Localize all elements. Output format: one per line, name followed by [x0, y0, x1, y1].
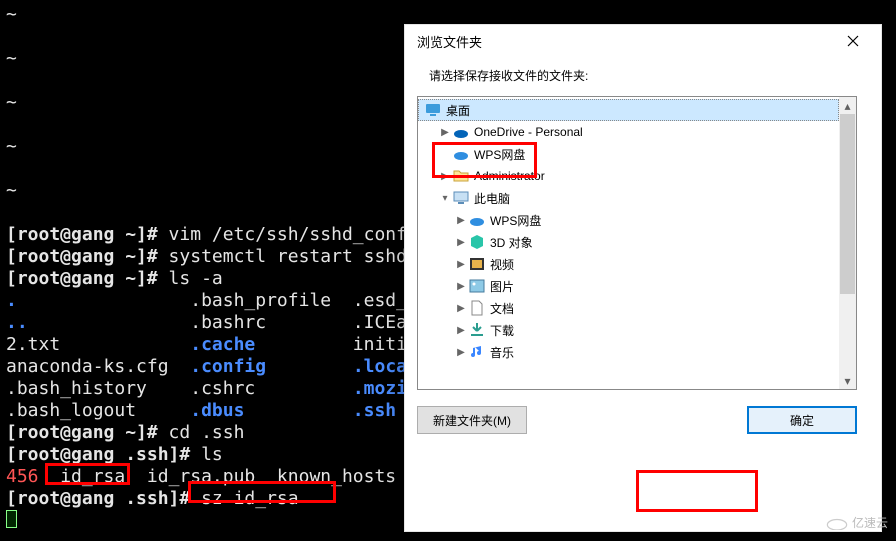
ls-item: .. [6, 312, 28, 333]
tree-item-videos[interactable]: ▶ 视频 [418, 253, 839, 275]
tree-label: 下载 [490, 322, 514, 339]
expand-icon[interactable]: ▶ [454, 237, 468, 248]
dialog-title: 浏览文件夹 [417, 32, 833, 51]
collapse-icon[interactable]: ▾ [438, 193, 452, 204]
terminal-cursor [6, 510, 17, 528]
tree-item-3d[interactable]: ▶ 3D 对象 [418, 231, 839, 253]
prompt: [root@gang ~]# [6, 268, 158, 289]
highlight-box [636, 470, 758, 512]
tree-item-onedrive[interactable]: ▶ OneDrive - Personal [418, 121, 839, 143]
ls-item: .bash_profile .esd_auth [17, 290, 450, 311]
ls-item: .bash_history [6, 378, 147, 399]
prompt: [root@gang ~]# [6, 246, 158, 267]
expand-icon[interactable]: ▶ [454, 281, 468, 292]
tree-scrollbar[interactable]: ▴ ▾ [839, 97, 856, 389]
expand-icon[interactable]: ▶ [454, 303, 468, 314]
cmd-text: cd .ssh [158, 422, 245, 443]
tree-item-documents[interactable]: ▶ 文档 [418, 297, 839, 319]
tree-item-desktop[interactable]: 桌面 [418, 99, 839, 121]
tree-label: 桌面 [446, 102, 470, 119]
music-icon [468, 343, 486, 361]
ls-item: .config [190, 356, 266, 377]
tree-list[interactable]: 桌面 ▶ OneDrive - Personal WPS网盘 ▶ Adminis… [418, 97, 839, 389]
highlight-box [432, 142, 537, 178]
image-icon [468, 277, 486, 295]
cloud-icon [826, 516, 848, 530]
prompt: [root@gang .ssh]# [6, 488, 190, 509]
expand-icon[interactable]: ▶ [454, 347, 468, 358]
tree-label: WPS网盘 [490, 212, 541, 229]
ls-item: 2.txt [6, 334, 60, 355]
tree-label: 音乐 [490, 344, 514, 361]
tree-item-thispc[interactable]: ▾ 此电脑 [418, 187, 839, 209]
new-folder-button[interactable]: 新建文件夹(M) [417, 406, 527, 434]
expand-icon[interactable]: ▶ [454, 325, 468, 336]
scroll-thumb[interactable] [840, 114, 855, 294]
scroll-down-icon[interactable]: ▾ [839, 372, 856, 389]
video-icon [468, 255, 486, 273]
watermark-text: 亿速云 [852, 514, 888, 531]
tree-label: 视频 [490, 256, 514, 273]
watermark: 亿速云 [826, 514, 888, 531]
ls-item: .ssh [353, 400, 396, 421]
ls-item: .cshrc [190, 378, 255, 399]
expand-icon[interactable]: ▶ [454, 215, 468, 226]
dialog-buttons: 新建文件夹(M) 确定 [405, 398, 881, 448]
tree-label: 3D 对象 [490, 234, 533, 251]
dialog-prompt: 请选择保存接收文件的文件夹: [405, 57, 881, 96]
prompt: [root@gang ~]# [6, 422, 158, 443]
cloud-icon [452, 123, 470, 141]
ls-item: .bash_logout [6, 400, 136, 421]
highlight-box [45, 463, 130, 485]
expand-icon[interactable]: ▶ [454, 259, 468, 270]
prompt: [root@gang ~]# [6, 224, 158, 245]
cmd-text: vim /etc/ssh/sshd_config [158, 224, 429, 245]
tree-label: 此电脑 [474, 190, 510, 207]
close-button[interactable] [833, 27, 873, 55]
cmd-text: ls [190, 444, 223, 465]
computer-icon [452, 189, 470, 207]
ls-item: anaconda-ks.cfg [6, 356, 169, 377]
vim-tilde: ~ [6, 4, 890, 26]
tree-label: OneDrive - Personal [474, 125, 583, 139]
browse-folder-dialog: 浏览文件夹 请选择保存接收文件的文件夹: 桌面 ▶ OneDrive - Per… [404, 24, 882, 532]
tree-label: 文档 [490, 300, 514, 317]
cmd-text: ls -a [158, 268, 223, 289]
ls-item: . [6, 290, 17, 311]
dialog-titlebar: 浏览文件夹 [405, 25, 881, 57]
ls-item: .cache [190, 334, 255, 355]
scroll-up-icon[interactable]: ▴ [839, 97, 856, 114]
expand-icon[interactable]: ▶ [438, 127, 452, 138]
cube-icon [468, 233, 486, 251]
tree-item-music[interactable]: ▶ 音乐 [418, 341, 839, 363]
document-icon [468, 299, 486, 317]
tree-label: 图片 [490, 278, 514, 295]
tree-item-wps2[interactable]: ▶ WPS网盘 [418, 209, 839, 231]
highlight-box [188, 481, 336, 503]
ls-item: .dbus [190, 400, 244, 421]
folder-tree: 桌面 ▶ OneDrive - Personal WPS网盘 ▶ Adminis… [417, 96, 857, 390]
prompt: [root@gang .ssh]# [6, 444, 190, 465]
ok-button[interactable]: 确定 [747, 406, 857, 434]
tree-item-pictures[interactable]: ▶ 图片 [418, 275, 839, 297]
close-icon [847, 35, 859, 47]
download-icon [468, 321, 486, 339]
cmd-text: systemctl restart sshd [158, 246, 407, 267]
cloud-icon [468, 211, 486, 229]
tree-item-downloads[interactable]: ▶ 下载 [418, 319, 839, 341]
desktop-icon [424, 101, 442, 119]
